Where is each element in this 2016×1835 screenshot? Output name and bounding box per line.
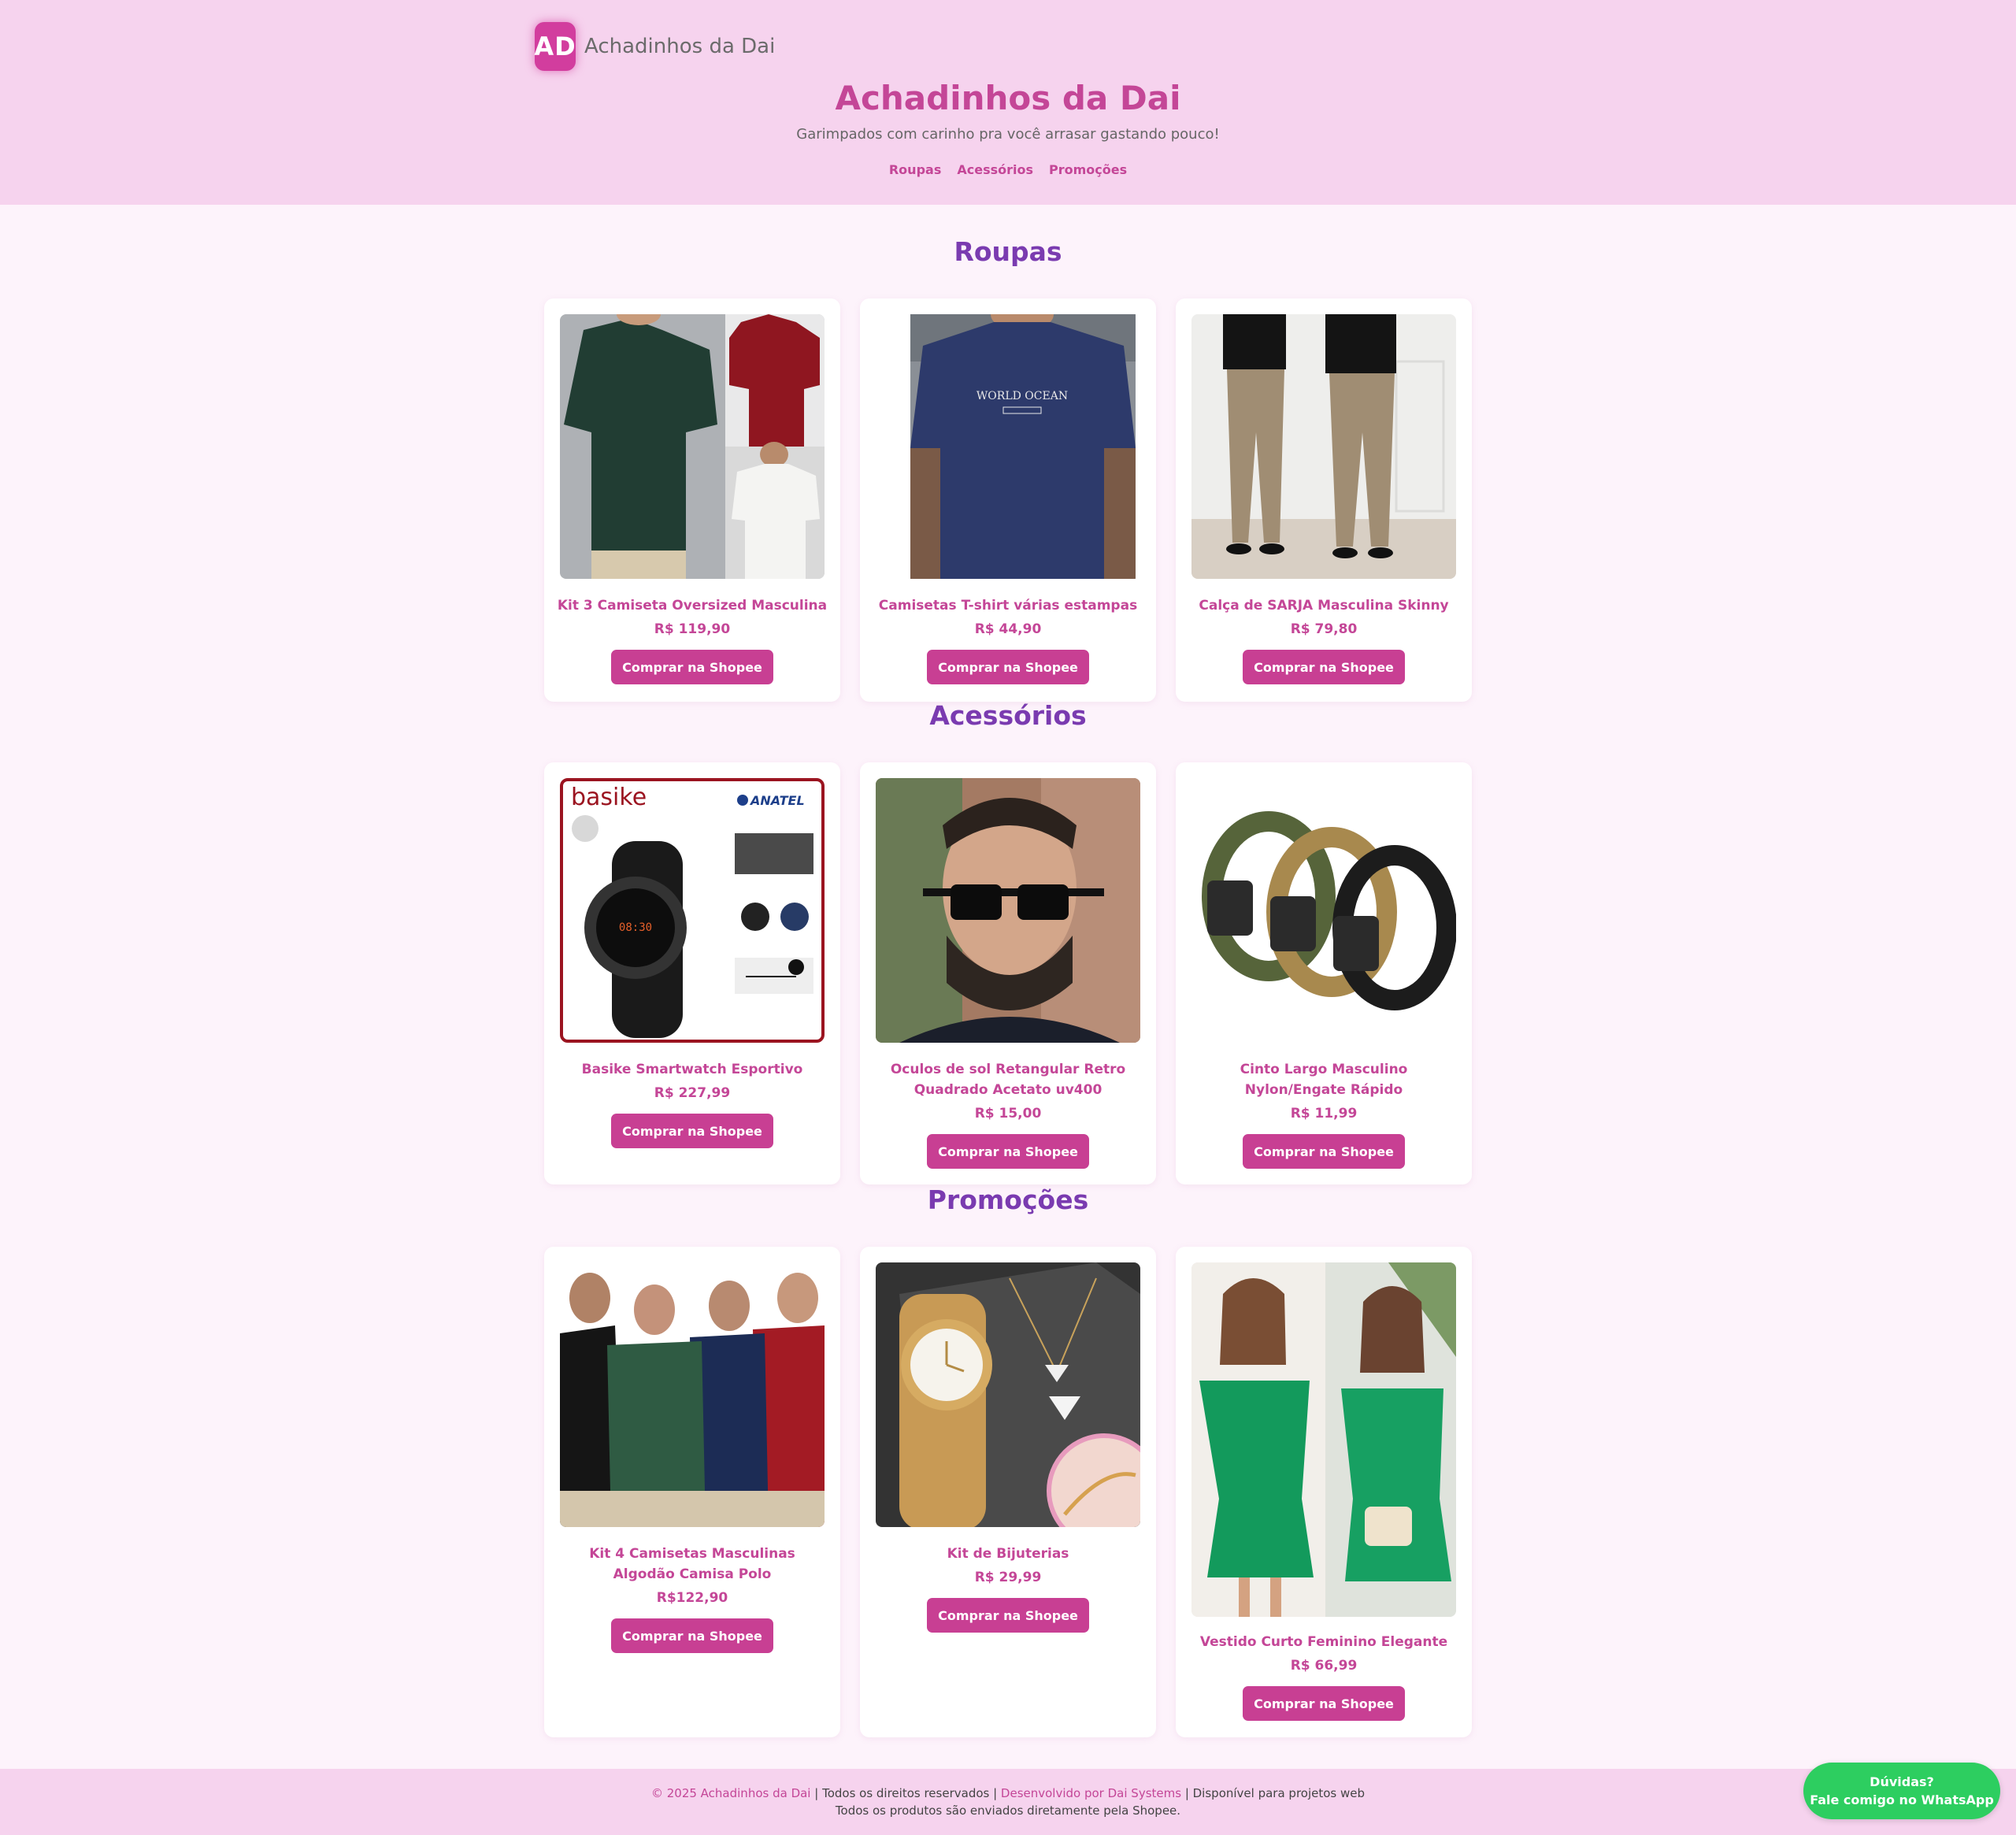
product-title[interactable]: Kit 3 Camiseta Oversized Masculina <box>557 595 828 616</box>
product-price: R$ 44,90 <box>974 621 1042 637</box>
svg-text:basike: basike <box>571 784 647 811</box>
brand-name[interactable]: Achadinhos da Dai <box>584 35 775 58</box>
product-image[interactable] <box>876 778 1140 1043</box>
buy-on-shopee-button[interactable]: Comprar na Shopee <box>1243 650 1405 684</box>
page-subtitle: Garimpados com carinho pra você arrasar … <box>796 126 1220 143</box>
logo-badge[interactable]: AD <box>534 22 576 71</box>
product-price: R$ 66,99 <box>1290 1658 1358 1674</box>
buy-on-shopee-button[interactable]: Comprar na Shopee <box>927 1134 1089 1169</box>
site-footer: © 2025 Achadinhos da Dai | Todos os dire… <box>0 1769 2016 1835</box>
site-header: AD Achadinhos da Dai Achadinhos da Dai G… <box>0 0 2016 205</box>
section-title-roupas: Roupas <box>954 236 1062 267</box>
nav-link-promocoes[interactable]: Promoções <box>1049 162 1127 177</box>
product-title[interactable]: Camisetas T-shirt várias estampas <box>873 595 1143 616</box>
product-image[interactable] <box>560 314 825 579</box>
buy-on-shopee-button[interactable]: Comprar na Shopee <box>611 1618 773 1653</box>
product-price: R$ 11,99 <box>1290 1106 1358 1121</box>
top-nav: Roupas Acessórios Promoções <box>0 162 2016 177</box>
product-title[interactable]: Kit de Bijuterias <box>873 1544 1143 1564</box>
section-title-acessorios: Acessórios <box>929 700 1087 731</box>
product-image[interactable] <box>1191 778 1456 1043</box>
product-price: R$ 79,80 <box>1290 621 1358 637</box>
whatsapp-line2: Fale comigo no WhatsApp <box>1810 1792 1994 1807</box>
developer-link[interactable]: Desenvolvido por Dai Systems <box>1001 1786 1181 1800</box>
footer-copyright: © 2025 Achadinhos da Dai <box>650 1786 811 1800</box>
product-price: R$ 15,00 <box>974 1106 1042 1121</box>
product-card: Vestido Curto Feminino Elegante R$ 66,99… <box>1176 1247 1472 1737</box>
footer-credits: © 2025 Achadinhos da Dai | Todos os dire… <box>0 1786 2016 1800</box>
product-price: R$ 119,90 <box>654 621 731 637</box>
brand[interactable]: AD Achadinhos da Dai <box>534 21 775 72</box>
whatsapp-button[interactable]: Dúvidas? Fale comigo no WhatsApp <box>1803 1763 2000 1819</box>
nav-link-acessorios[interactable]: Acessórios <box>957 162 1033 177</box>
product-card: basike ANATEL 08:30 Basike Smartwatch Es… <box>544 762 840 1184</box>
product-card: Kit 3 Camiseta Oversized Masculina R$ 11… <box>544 298 840 702</box>
product-price: R$122,90 <box>656 1590 728 1606</box>
product-title[interactable]: Basike Smartwatch Esportivo <box>557 1059 828 1080</box>
product-image[interactable]: basike ANATEL 08:30 <box>560 778 825 1043</box>
svg-text:ANATEL: ANATEL <box>749 793 805 808</box>
product-title[interactable]: Kit 4 Camisetas Masculinas Algodão Camis… <box>557 1544 828 1585</box>
footer-shipping-note: Todos os produtos são enviados diretamen… <box>835 1803 1181 1818</box>
product-title[interactable]: Cinto Largo Masculino Nylon/Engate Rápid… <box>1188 1059 1459 1100</box>
product-image[interactable]: WORLD OCEAN <box>876 314 1140 579</box>
svg-text:WORLD OCEAN: WORLD OCEAN <box>976 390 1068 402</box>
product-card: Kit de Bijuterias R$ 29,99 Comprar na Sh… <box>860 1247 1156 1737</box>
page-title: Achadinhos da Dai <box>835 79 1181 117</box>
buy-on-shopee-button[interactable]: Comprar na Shopee <box>611 1114 773 1148</box>
product-card: Cinto Largo Masculino Nylon/Engate Rápid… <box>1176 762 1472 1184</box>
product-title[interactable]: Oculos de sol Retangular Retro Quadrado … <box>873 1059 1143 1100</box>
buy-on-shopee-button[interactable]: Comprar na Shopee <box>611 650 773 684</box>
product-card: Calça de SARJA Masculina Skinny R$ 79,80… <box>1176 298 1472 702</box>
product-price: R$ 227,99 <box>654 1085 731 1101</box>
product-price: R$ 29,99 <box>974 1570 1042 1585</box>
product-title[interactable]: Vestido Curto Feminino Elegante <box>1188 1632 1459 1652</box>
whatsapp-line1: Dúvidas? <box>1870 1774 1934 1789</box>
nav-link-roupas[interactable]: Roupas <box>889 162 941 177</box>
buy-on-shopee-button[interactable]: Comprar na Shopee <box>927 1598 1089 1633</box>
section-title-promocoes: Promoções <box>927 1184 1089 1215</box>
product-card: Oculos de sol Retangular Retro Quadrado … <box>860 762 1156 1184</box>
product-card: Kit 4 Camisetas Masculinas Algodão Camis… <box>544 1247 840 1737</box>
buy-on-shopee-button[interactable]: Comprar na Shopee <box>1243 1134 1405 1169</box>
product-title[interactable]: Calça de SARJA Masculina Skinny <box>1188 595 1459 616</box>
product-card: WORLD OCEAN Camisetas T-shirt várias est… <box>860 298 1156 702</box>
buy-on-shopee-button[interactable]: Comprar na Shopee <box>1243 1686 1405 1721</box>
product-image[interactable] <box>876 1262 1140 1527</box>
product-image[interactable] <box>1191 1262 1456 1617</box>
footer-available: | Disponível para projetos web <box>1181 1786 1366 1800</box>
footer-rights: | Todos os direitos reservados | <box>810 1786 1001 1800</box>
product-image[interactable] <box>1191 314 1456 579</box>
product-image[interactable] <box>560 1262 825 1527</box>
svg-text:08:30: 08:30 <box>619 921 652 934</box>
buy-on-shopee-button[interactable]: Comprar na Shopee <box>927 650 1089 684</box>
